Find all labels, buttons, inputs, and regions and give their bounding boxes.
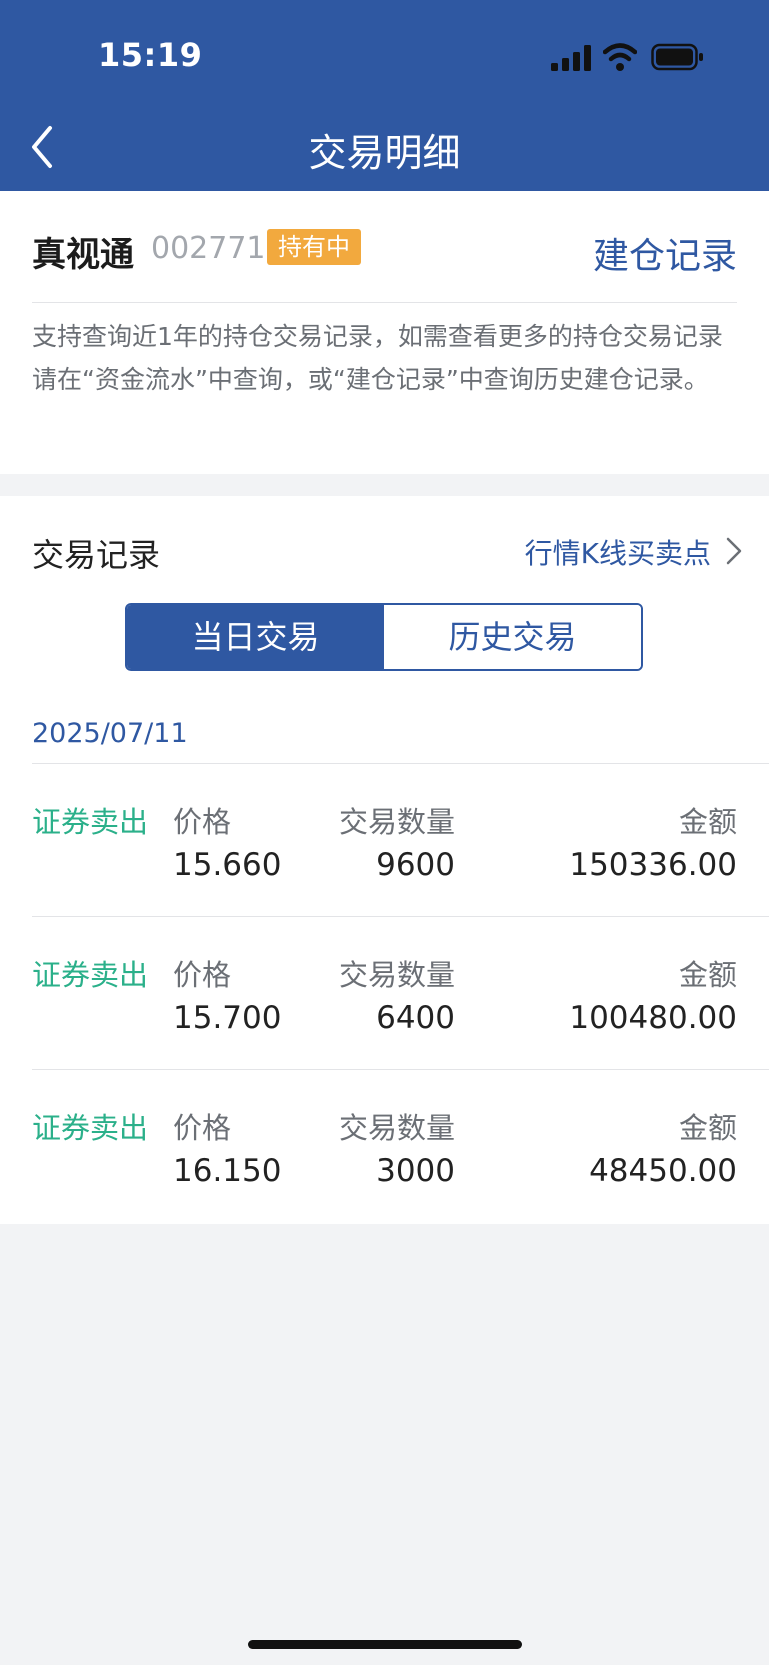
- tab-today-trades[interactable]: 当日交易: [127, 605, 384, 669]
- amount-label: 金额: [678, 958, 737, 992]
- trade-row[interactable]: 证券卖出 价格 15.660 交易数量 9600 金额 150336.00: [0, 763, 769, 915]
- amount-value: 150336.00: [569, 847, 737, 883]
- status-time: 15:19: [98, 36, 203, 74]
- trade-row[interactable]: 证券卖出 价格 15.700 交易数量 6400 金额 100480.00: [0, 916, 769, 1068]
- trade-date: 2025/07/11: [32, 718, 188, 749]
- quantity-value: 6400: [376, 1000, 455, 1036]
- price-label: 价格: [173, 805, 232, 839]
- quantity-value: 9600: [376, 847, 455, 883]
- battery-icon: [651, 43, 703, 71]
- wifi-icon: [603, 43, 637, 71]
- amount-label: 金额: [678, 1111, 737, 1145]
- section-title: 交易记录: [32, 536, 161, 574]
- notice-text: 支持查询近1年的持仓交易记录，如需查看更多的持仓交易记录请在“资金流水”中查询，…: [32, 322, 723, 394]
- trade-type: 证券卖出: [32, 958, 149, 992]
- tab-history-trades[interactable]: 历史交易: [384, 605, 641, 669]
- kline-buy-sell-link[interactable]: 行情K线买卖点: [525, 532, 711, 572]
- trade-type: 证券卖出: [32, 1111, 149, 1145]
- stock-name: 真视通: [32, 235, 134, 275]
- top-header: 15:19 交易明细: [0, 0, 769, 191]
- trade-records-section: 交易记录 行情K线买卖点 当日交易 历史交易 2025/07/11 证券卖出 价…: [0, 496, 769, 1224]
- build-record-link[interactable]: 建仓记录: [593, 227, 737, 279]
- price-value: 15.660: [173, 847, 282, 883]
- signal-icon: [551, 45, 591, 71]
- price-label: 价格: [173, 958, 232, 992]
- divider: [32, 302, 737, 303]
- price-value: 16.150: [173, 1153, 282, 1189]
- quantity-label: 交易数量: [338, 805, 455, 839]
- stock-info-card: 真视通 002771 持有中 建仓记录 支持查询近1年的持仓交易记录，如需查看更…: [0, 191, 769, 474]
- trade-type: 证券卖出: [32, 805, 149, 839]
- trade-tab-switch: 当日交易 历史交易: [125, 603, 643, 671]
- amount-value: 48450.00: [589, 1153, 737, 1189]
- price-label: 价格: [173, 1111, 232, 1145]
- quantity-label: 交易数量: [338, 1111, 455, 1145]
- amount-label: 金额: [678, 805, 737, 839]
- stock-code: 002771: [151, 231, 266, 266]
- amount-value: 100480.00: [569, 1000, 737, 1036]
- trade-row[interactable]: 证券卖出 价格 16.150 交易数量 3000 金额 48450.00: [0, 1069, 769, 1221]
- quantity-value: 3000: [376, 1153, 455, 1189]
- page-title: 交易明细: [308, 131, 461, 175]
- chevron-right-icon[interactable]: [725, 536, 743, 566]
- home-indicator[interactable]: [248, 1640, 522, 1649]
- holding-status-badge: 持有中: [267, 229, 361, 265]
- price-value: 15.700: [173, 1000, 282, 1036]
- quantity-label: 交易数量: [338, 958, 455, 992]
